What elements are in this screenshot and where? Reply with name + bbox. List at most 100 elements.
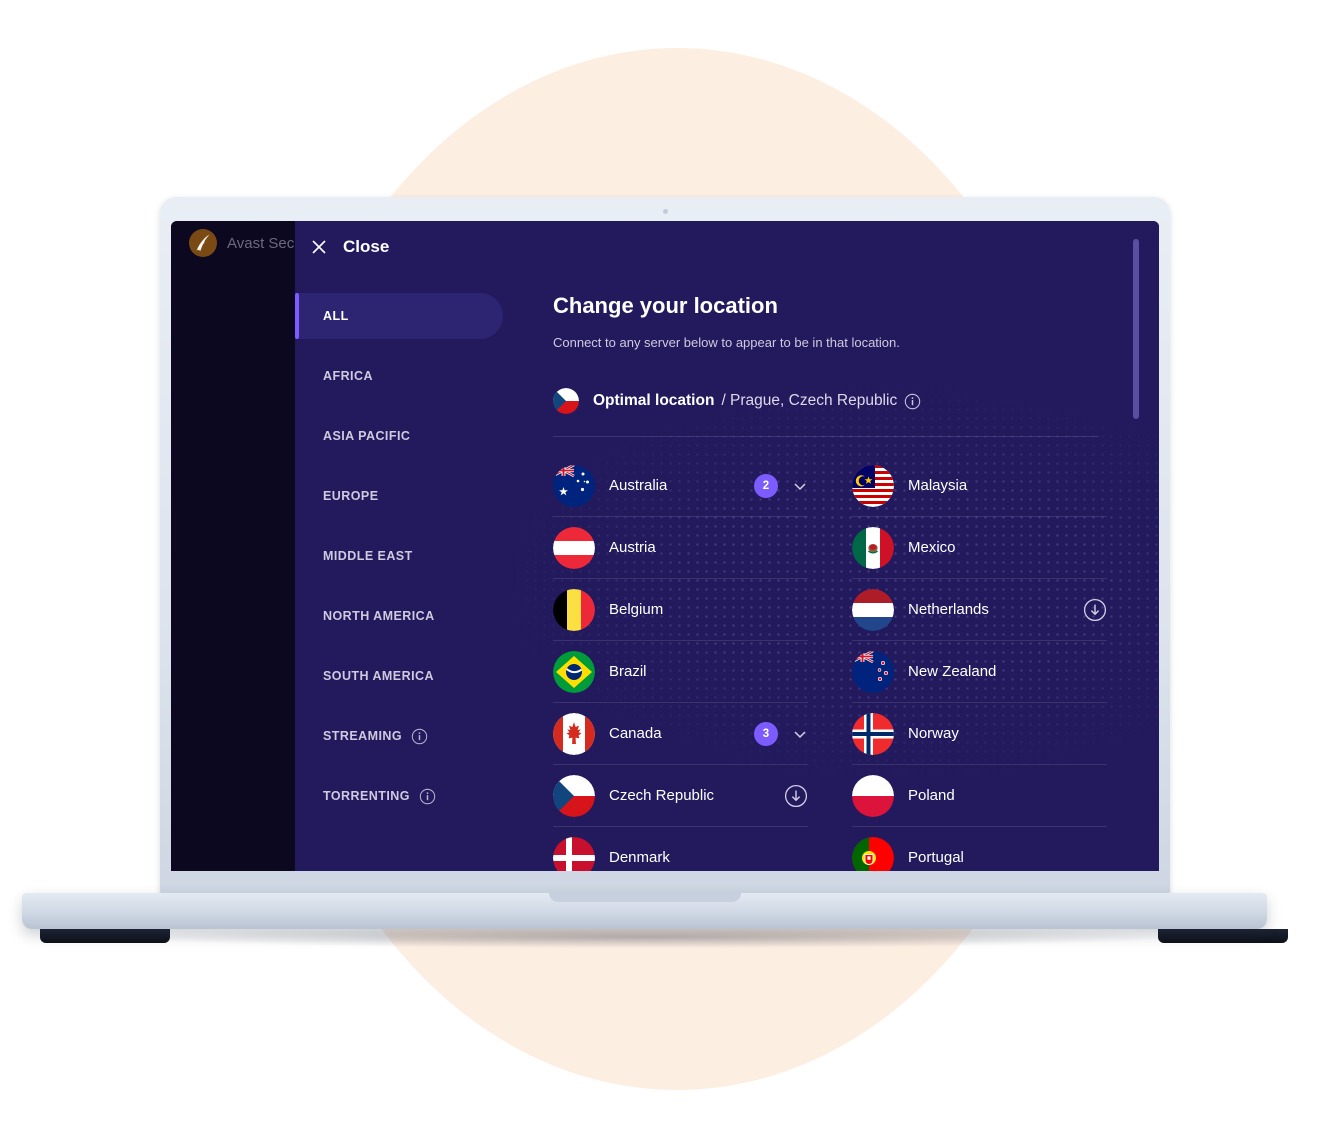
country-row-new-zealand[interactable]: New Zealand [852,641,1107,703]
sidebar-item-label: NORTH AMERICA [323,609,435,623]
country-name: Denmark [609,849,670,866]
country-name: Mexico [908,539,956,556]
region-sidebar: ALL AFRICA ASIA PACIFIC EUROPE MIDDLE EA… [295,273,517,871]
sidebar-item-label: TORRENTING [323,789,410,803]
sidebar-item-north-america[interactable]: NORTH AMERICA [295,593,517,639]
country-name: Norway [908,725,959,742]
page-title: Change your location [553,293,778,318]
flag-no-icon [852,712,894,755]
row-actions: 3 [754,721,808,746]
chevron-down-icon[interactable] [792,726,808,742]
flag-br-icon [553,650,595,693]
flag-au-icon [553,464,595,507]
download-icon[interactable] [1083,598,1107,622]
country-column-right: Malaysia Mexico Netherlands New Zealand … [852,455,1107,871]
sidebar-item-label: SOUTH AMERICA [323,669,434,683]
panel-body: ALL AFRICA ASIA PACIFIC EUROPE MIDDLE EA… [295,273,1159,871]
laptop-foot-right [1158,929,1288,943]
close-button[interactable]: Close [311,237,389,257]
row-actions: 2 [754,473,808,498]
flag-nl-icon [852,588,894,631]
laptop-base [22,893,1267,929]
country-name: Netherlands [908,601,989,618]
country-row-netherlands[interactable]: Netherlands [852,579,1107,641]
country-row-belgium[interactable]: Belgium [553,579,808,641]
sidebar-item-label: EUROPE [323,489,379,503]
server-count-badge: 3 [754,721,778,746]
laptop-notch [548,893,741,902]
optimal-location-text: Optimal location / Prague, Czech Republi… [593,392,921,410]
sidebar-item-label: ALL [323,309,349,323]
country-name: Czech Republic [609,787,715,804]
info-icon[interactable] [904,393,921,410]
flag-be-icon [553,588,595,631]
country-row-malaysia[interactable]: Malaysia [852,455,1107,517]
country-name: Austria [609,539,656,556]
flag-dk-icon [553,836,595,871]
avast-app-window: Avast Secu Close ALL AFRICA ASIA PACIFIC… [171,221,1159,871]
flag-at-icon [553,526,595,569]
sidebar-item-middle-east[interactable]: MIDDLE EAST [295,533,517,579]
laptop-mockup: Avast Secu Close ALL AFRICA ASIA PACIFIC… [0,0,1328,1140]
flag-mx-icon [852,526,894,569]
country-name: Portugal [908,849,964,866]
sidebar-item-africa[interactable]: AFRICA [295,353,517,399]
sidebar-item-streaming[interactable]: STREAMING [295,713,517,759]
country-name: Brazil [609,663,647,680]
sidebar-item-south-america[interactable]: SOUTH AMERICA [295,653,517,699]
page-subtitle: Connect to any server below to appear to… [553,335,900,350]
laptop-screen: Avast Secu Close ALL AFRICA ASIA PACIFIC… [171,221,1159,871]
change-location-panel: Close ALL AFRICA ASIA PACIFIC EUROPE MID… [295,221,1159,871]
flag-cz-icon [553,388,579,414]
flag-ca-icon [553,712,595,755]
avast-logo-icon [189,229,217,257]
webcam-icon [662,209,668,214]
flag-pl-icon [852,774,894,817]
sidebar-item-label: ASIA PACIFIC [323,429,411,443]
download-icon[interactable] [784,784,808,808]
sidebar-item-europe[interactable]: EUROPE [295,473,517,519]
country-row-austria[interactable]: Austria [553,517,808,579]
info-icon[interactable] [411,728,428,745]
sidebar-item-torrenting[interactable]: TORRENTING [295,773,517,819]
country-row-norway[interactable]: Norway [852,703,1107,765]
country-name: Australia [609,477,668,494]
country-row-portugal[interactable]: Portugal [852,827,1107,871]
row-actions [784,784,808,808]
close-label: Close [343,237,390,256]
country-name: New Zealand [908,663,997,680]
optimal-location-row[interactable]: Optimal location / Prague, Czech Republi… [553,388,1099,437]
country-row-australia[interactable]: Australia 2 [553,455,808,517]
country-row-poland[interactable]: Poland [852,765,1107,827]
flag-my-icon [852,464,894,507]
country-column-left: Australia 2 Austria Belgium Brazil Canad… [553,455,808,871]
server-count-badge: 2 [754,473,778,498]
flag-nz-icon [852,650,894,693]
optimal-location-rest: / Prague, Czech Republic [721,392,898,409]
country-row-denmark[interactable]: Denmark [553,827,808,871]
laptop-lid: Avast Secu Close ALL AFRICA ASIA PACIFIC… [160,197,1170,897]
flag-pt-icon [852,836,894,871]
sidebar-item-all[interactable]: ALL [295,293,503,339]
country-row-mexico[interactable]: Mexico [852,517,1107,579]
sidebar-item-label: STREAMING [323,729,403,743]
country-name: Malaysia [908,477,968,494]
location-content: Change your location Connect to any serv… [517,273,1159,871]
country-name: Canada [609,725,662,742]
row-actions [1083,598,1107,622]
sidebar-item-asia-pacific[interactable]: ASIA PACIFIC [295,413,517,459]
chevron-down-icon[interactable] [792,478,808,494]
country-name: Poland [908,787,955,804]
country-name: Belgium [609,601,664,618]
country-row-canada[interactable]: Canada 3 [553,703,808,765]
sidebar-item-label: MIDDLE EAST [323,549,413,563]
country-row-brazil[interactable]: Brazil [553,641,808,703]
optimal-location-strong: Optimal location [593,392,715,409]
info-icon[interactable] [419,788,436,805]
country-row-czech-republic[interactable]: Czech Republic [553,765,808,827]
country-grid: Australia 2 Austria Belgium Brazil Canad… [553,455,1107,871]
laptop-foot-left [40,929,170,943]
flag-cz-icon [553,774,595,817]
laptop-shadow [120,926,1170,948]
app-title: Avast Secu [227,234,303,252]
